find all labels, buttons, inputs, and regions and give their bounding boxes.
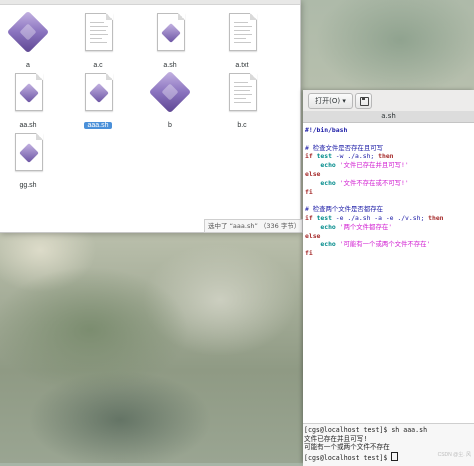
code-editor-area[interactable]: #!/bin/bash # 检查文件是否存在且可写 if test -w ./a…	[305, 126, 473, 258]
file-item-gg-sh[interactable]: gg.sh	[0, 132, 56, 191]
code-keyword: else	[305, 169, 321, 178]
code-string: '文件不存在或不可写!'	[339, 178, 409, 187]
code-line: #!/bin/bash	[305, 126, 348, 134]
code-keyword: fi	[305, 249, 313, 258]
tab-a-sh[interactable]: a.sh	[303, 111, 474, 123]
text-file-icon	[78, 12, 118, 52]
file-label: aa.sh	[19, 122, 37, 129]
code-keyword: fi	[305, 187, 313, 196]
file-label: b	[168, 122, 172, 129]
open-button[interactable]: 打开(O) ▾	[308, 93, 353, 109]
file-label: gg.sh	[19, 182, 37, 189]
code-string: '两个文件都存在'	[339, 222, 393, 231]
file-item-a-sh[interactable]: a.sh	[142, 12, 198, 71]
code-string: '文件已存在并且可写!'	[339, 161, 409, 170]
terminal-prompt: [cgs@localhost test]$	[304, 453, 392, 462]
code-text: -w ./a.sh;	[331, 152, 379, 161]
code-command: echo	[320, 161, 336, 170]
code-command: test	[316, 152, 332, 161]
file-manager-window: a a.c a.sh a.txt aa.sh aaa.sh b b.c gg.s…	[0, 0, 303, 233]
code-keyword: else	[305, 231, 321, 240]
file-label: a.txt	[235, 62, 249, 69]
file-item-b-c[interactable]: b.c	[214, 72, 270, 131]
script-file-icon	[8, 72, 48, 112]
file-label: a.sh	[163, 62, 177, 69]
code-string: '可能有一个或两个文件不存在'	[339, 240, 431, 249]
code-command: test	[316, 213, 332, 222]
code-keyword: if	[305, 152, 313, 161]
terminal-line: [cgs@localhost test]$ sh aaa.sh	[304, 426, 428, 434]
code-comment: # 检查两个文件是否都存在	[305, 205, 383, 214]
text-file-icon	[222, 72, 262, 112]
code-comment: # 检查文件是否存在且可写	[305, 143, 383, 152]
code-keyword: then	[378, 152, 394, 161]
save-button[interactable]	[355, 93, 372, 109]
code-keyword: if	[305, 213, 313, 222]
file-item-aa-sh[interactable]: aa.sh	[0, 72, 56, 131]
terminal-cursor	[391, 451, 399, 461]
code-text: -e ./a.sh -a -e ./v.sh;	[331, 213, 429, 222]
code-command: echo	[320, 240, 336, 249]
file-label: a.c	[93, 62, 103, 69]
file-label: b.c	[237, 122, 247, 129]
file-item-a[interactable]: a	[0, 10, 56, 71]
file-item-b[interactable]: b	[142, 70, 198, 131]
file-item-aaa-sh[interactable]: aaa.sh	[70, 72, 126, 131]
editor-toolbar: 打开(O) ▾	[303, 90, 474, 112]
executable-icon	[148, 70, 192, 114]
save-icon	[360, 97, 369, 106]
code-keyword: then	[428, 213, 444, 222]
terminal-panel[interactable]: [cgs@localhost test]$ sh aaa.sh 文件已存在并且可…	[303, 423, 474, 466]
executable-icon	[6, 10, 50, 54]
file-label: a	[26, 62, 30, 69]
file-manager-toolbar-edge	[0, 0, 300, 5]
code-command: echo	[320, 178, 336, 187]
watermark: CSDN @尘. 风	[437, 452, 471, 458]
code-command: echo	[320, 222, 336, 231]
file-item-a-c[interactable]: a.c	[70, 12, 126, 71]
terminal-output: 可能有一个或两个文件不存在	[304, 443, 390, 452]
script-file-icon	[8, 132, 48, 172]
text-file-icon	[222, 12, 262, 52]
terminal-output: 文件已存在并且可写!	[304, 434, 368, 443]
script-file-icon	[150, 12, 190, 52]
file-label-selected: aaa.sh	[84, 122, 112, 129]
text-editor-window: 打开(O) ▾ a.sh #!/bin/bash # 检查文件是否存在且可写 i…	[303, 90, 474, 466]
file-item-a-txt[interactable]: a.txt	[214, 12, 270, 71]
script-file-icon	[78, 72, 118, 112]
selection-status-bar: 选中了 “aaa.sh” （336 字节）	[204, 219, 303, 233]
